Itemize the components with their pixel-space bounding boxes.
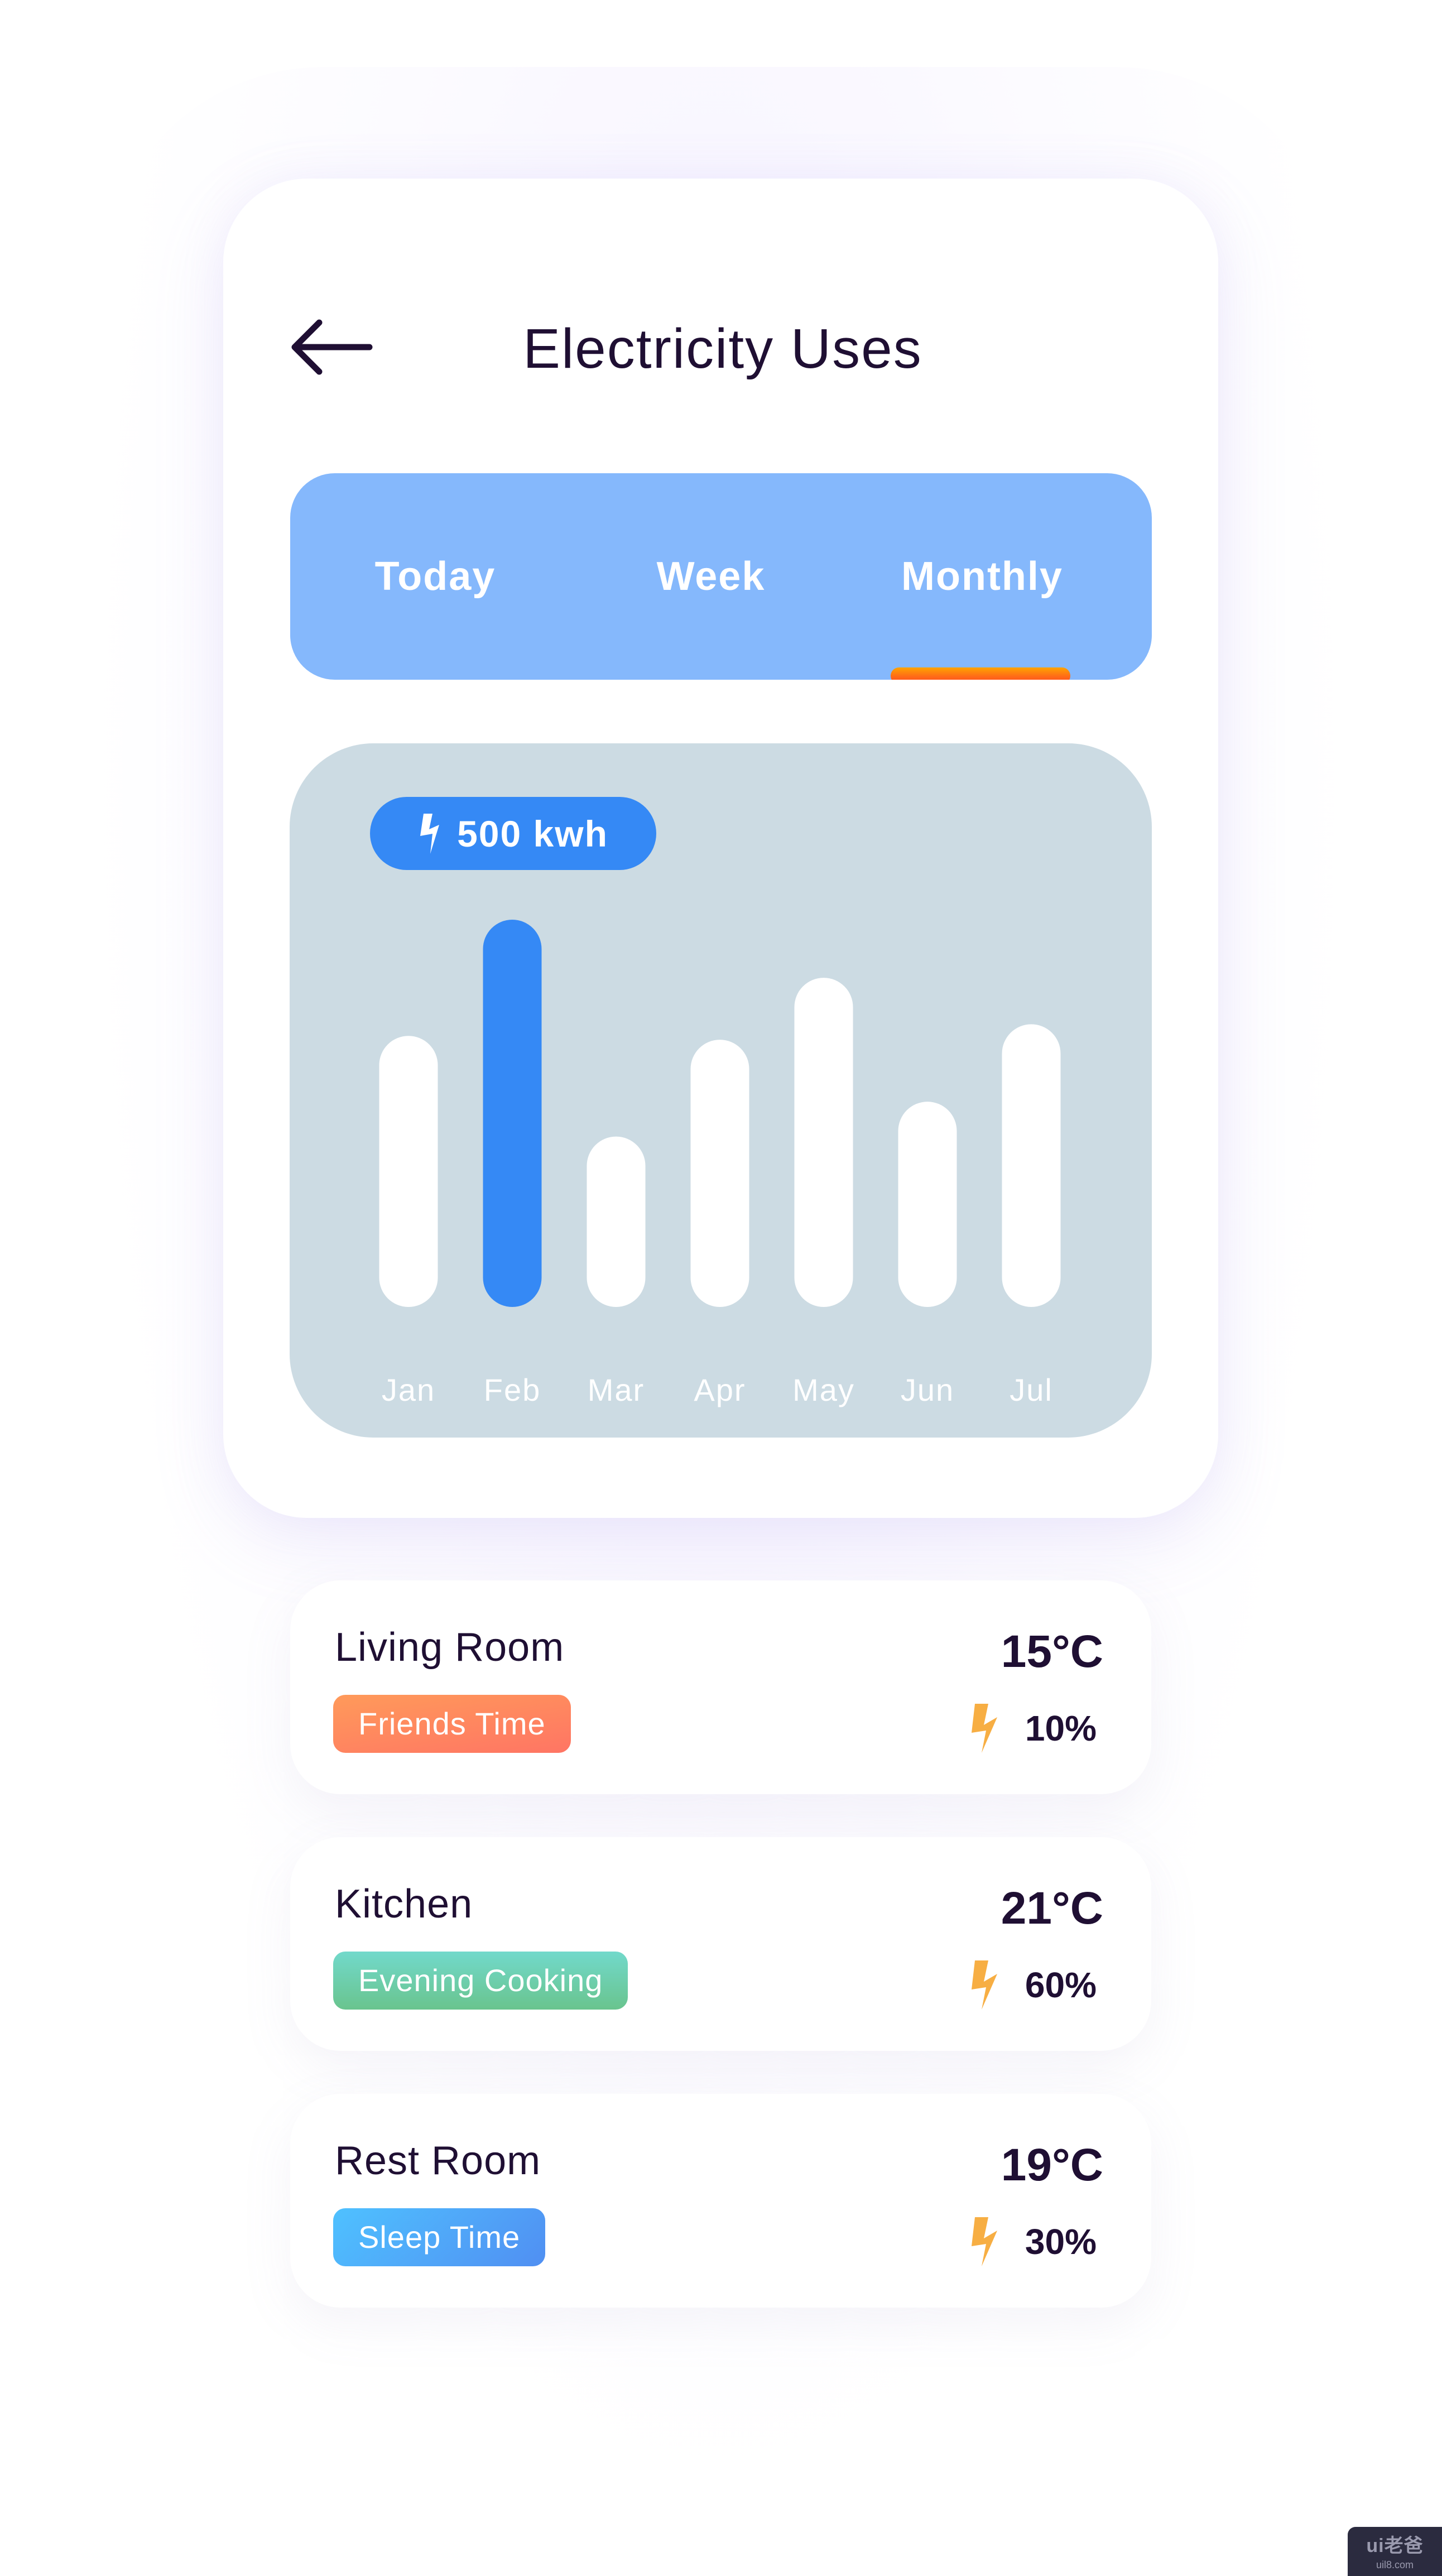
period-tabs: Today Week Monthly	[290, 473, 1152, 680]
room-card[interactable]: Living Room Friends Time 15°C 10%	[290, 1580, 1151, 1794]
room-name: Kitchen	[335, 1882, 473, 1926]
month-label-may: May	[792, 1372, 855, 1407]
room-card[interactable]: Rest Room Sleep Time 19°C 30%	[290, 2094, 1151, 2308]
bar-jun[interactable]	[898, 1102, 957, 1307]
bar-feb[interactable]	[483, 920, 542, 1307]
month-label-jan: Jan	[382, 1372, 435, 1407]
room-usage: 10%	[971, 1700, 1097, 1756]
usage-value: 500 kwh	[457, 813, 608, 854]
watermark-logo: ui老爸	[1366, 2535, 1424, 2556]
room-usage: 30%	[971, 2214, 1097, 2270]
watermark-url: uil8.com	[1376, 2559, 1414, 2570]
lightning-bolt-icon	[971, 1960, 997, 2010]
watermark: ui老爸 uil8.com	[1348, 2527, 1442, 2576]
room-activity-tag: Friends Time	[333, 1695, 571, 1753]
month-label-jun: Jun	[901, 1372, 954, 1407]
room-usage-percent: 10%	[1025, 1708, 1097, 1748]
active-tab-indicator	[891, 667, 1070, 680]
room-card[interactable]: Kitchen Evening Cooking 21°C 60%	[290, 1837, 1151, 2051]
lightning-bolt-icon	[971, 1704, 997, 1753]
bar-jul[interactable]	[1002, 1024, 1061, 1307]
month-label-mar: Mar	[588, 1372, 645, 1407]
month-label-jul: Jul	[1010, 1372, 1053, 1407]
room-temperature: 15°C	[1001, 1626, 1103, 1677]
bar-mar[interactable]	[587, 1136, 646, 1307]
lightning-bolt-icon	[420, 813, 440, 854]
room-temperature: 19°C	[1001, 2140, 1103, 2190]
room-name: Rest Room	[335, 2138, 541, 2183]
room-usage: 60%	[971, 1957, 1097, 2013]
room-name: Living Room	[335, 1625, 565, 1670]
month-label-apr: Apr	[694, 1372, 746, 1407]
room-activity-tag: Evening Cooking	[333, 1952, 628, 2010]
tab-monthly[interactable]: Monthly	[887, 551, 1077, 602]
room-usage-percent: 30%	[1025, 2222, 1097, 2262]
room-temperature: 21°C	[1001, 1883, 1103, 1934]
usage-value-badge: 500 kwh	[370, 797, 656, 870]
arrow-left-icon	[291, 319, 373, 375]
bar-jan[interactable]	[379, 1036, 438, 1307]
month-label-feb: Feb	[484, 1372, 541, 1407]
bar-apr[interactable]	[690, 1040, 749, 1307]
lightning-bolt-icon	[971, 2217, 997, 2266]
tab-week[interactable]: Week	[622, 551, 800, 602]
page-title: Electricity Uses	[523, 318, 922, 380]
room-usage-percent: 60%	[1025, 1965, 1097, 2005]
bar-may[interactable]	[794, 978, 853, 1307]
tab-today[interactable]: Today	[346, 551, 525, 602]
room-activity-tag: Sleep Time	[333, 2208, 546, 2266]
back-button[interactable]	[288, 316, 373, 378]
